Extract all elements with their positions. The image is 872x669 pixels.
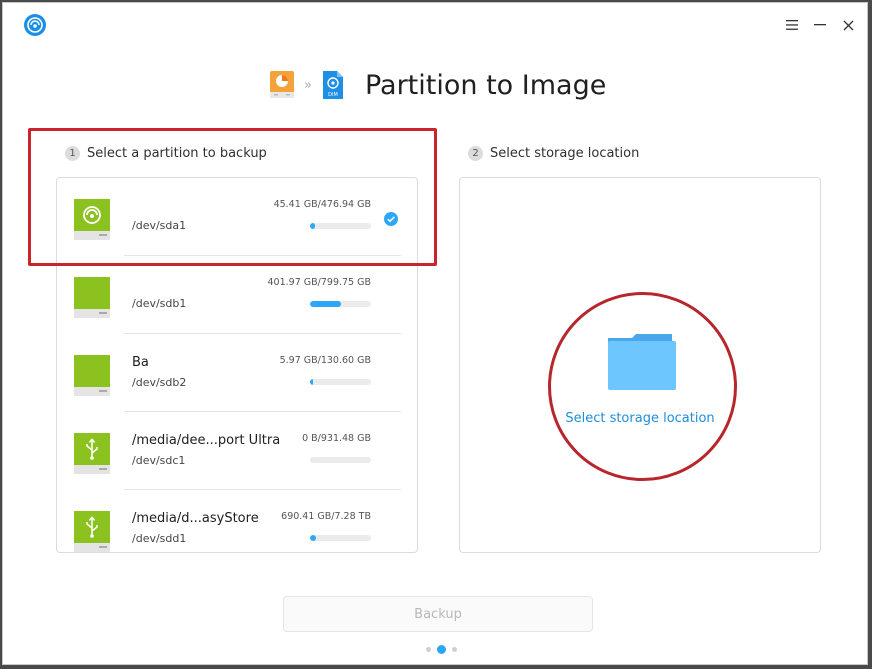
partition-size: 690.41 GB/7.28 TB (281, 511, 371, 522)
storage-location-panel[interactable]: Select storage location (459, 177, 821, 553)
folder-icon[interactable] (606, 330, 678, 392)
usage-bar-fill (310, 379, 313, 385)
page-dot (426, 646, 431, 652)
deepin-clone-logo-icon[interactable] (23, 13, 47, 37)
backup-button[interactable]: Backup (283, 596, 593, 632)
storage-drop-area[interactable]: Select storage location (460, 178, 820, 552)
partition-size: 45.41 GB/476.94 GB (273, 199, 371, 210)
usb-drive-icon (74, 511, 110, 552)
partition-size: 5.97 GB/130.60 GB (279, 355, 371, 366)
partition-device: /dev/sdb2 (132, 376, 187, 389)
partition-row-sdb2[interactable]: Ba /dev/sdb2 5.97 GB/130.60 GB (57, 334, 417, 412)
usage-bar (310, 535, 371, 541)
hamburger-menu-icon[interactable] (781, 14, 803, 36)
page-header: » DIM Partition to Image (269, 65, 606, 105)
dim-image-icon: DIM (322, 71, 343, 99)
partition-name: /media/d...asyStore (132, 511, 259, 526)
step-1-label: 1 Select a partition to backup (65, 146, 267, 161)
partition-name: /media/dee...port Ultra (132, 433, 281, 448)
partition-device: /dev/sdd1 (132, 532, 187, 545)
partition-row-sda1[interactable]: /dev/sda1 45.41 GB/476.94 GB (57, 178, 417, 256)
step-1-number: 1 (65, 146, 80, 161)
flow-separator: » (304, 77, 312, 93)
step-2-label: 2 Select storage location (468, 146, 639, 161)
step-1-text: Select a partition to backup (87, 146, 267, 161)
partition-icon (270, 71, 294, 98)
partition-row-sdb1[interactable]: /dev/sdb1 401.97 GB/799.75 GB (57, 256, 417, 334)
usage-bar (310, 301, 371, 307)
checkmark-icon (384, 212, 398, 226)
main-window: » DIM Partition to Image 1 Select a part… (2, 2, 868, 665)
partition-device: /dev/sdc1 (132, 454, 186, 467)
partition-device: /dev/sdb1 (132, 297, 187, 310)
dim-icon-text: DIM (328, 92, 338, 98)
step-2-number: 2 (468, 146, 483, 161)
partition-list[interactable]: /dev/sda1 45.41 GB/476.94 GB /dev/sdb1 4… (56, 177, 418, 553)
usage-bar (310, 379, 371, 385)
hard-drive-icon (74, 277, 110, 318)
partition-name: Ba (132, 355, 149, 370)
usage-bar (310, 223, 371, 229)
select-storage-link[interactable]: Select storage location (460, 411, 820, 426)
page-dot (452, 646, 457, 652)
partition-size: 401.97 GB/799.75 GB (267, 277, 371, 288)
hard-drive-icon (74, 355, 110, 396)
partition-device: /dev/sda1 (132, 219, 187, 232)
usage-bar-fill (310, 535, 316, 541)
close-icon[interactable] (837, 14, 859, 36)
step-2-text: Select storage location (490, 146, 640, 161)
deepin-drive-icon (74, 199, 110, 240)
minimize-icon[interactable] (809, 14, 831, 36)
page-dot-active (437, 644, 446, 654)
usage-bar-fill (310, 301, 341, 307)
usage-bar-fill (310, 223, 316, 229)
page-indicator (423, 644, 460, 654)
usage-bar (310, 457, 371, 463)
page-title: Partition to Image (364, 69, 607, 101)
usb-drive-icon (74, 433, 110, 474)
partition-row-sdc1[interactable]: /media/dee...port Ultra /dev/sdc1 0 B/93… (57, 412, 417, 490)
partition-row-sdd1[interactable]: /media/d...asyStore /dev/sdd1 690.41 GB/… (57, 490, 417, 552)
partition-size: 0 B/931.48 GB (302, 433, 371, 444)
